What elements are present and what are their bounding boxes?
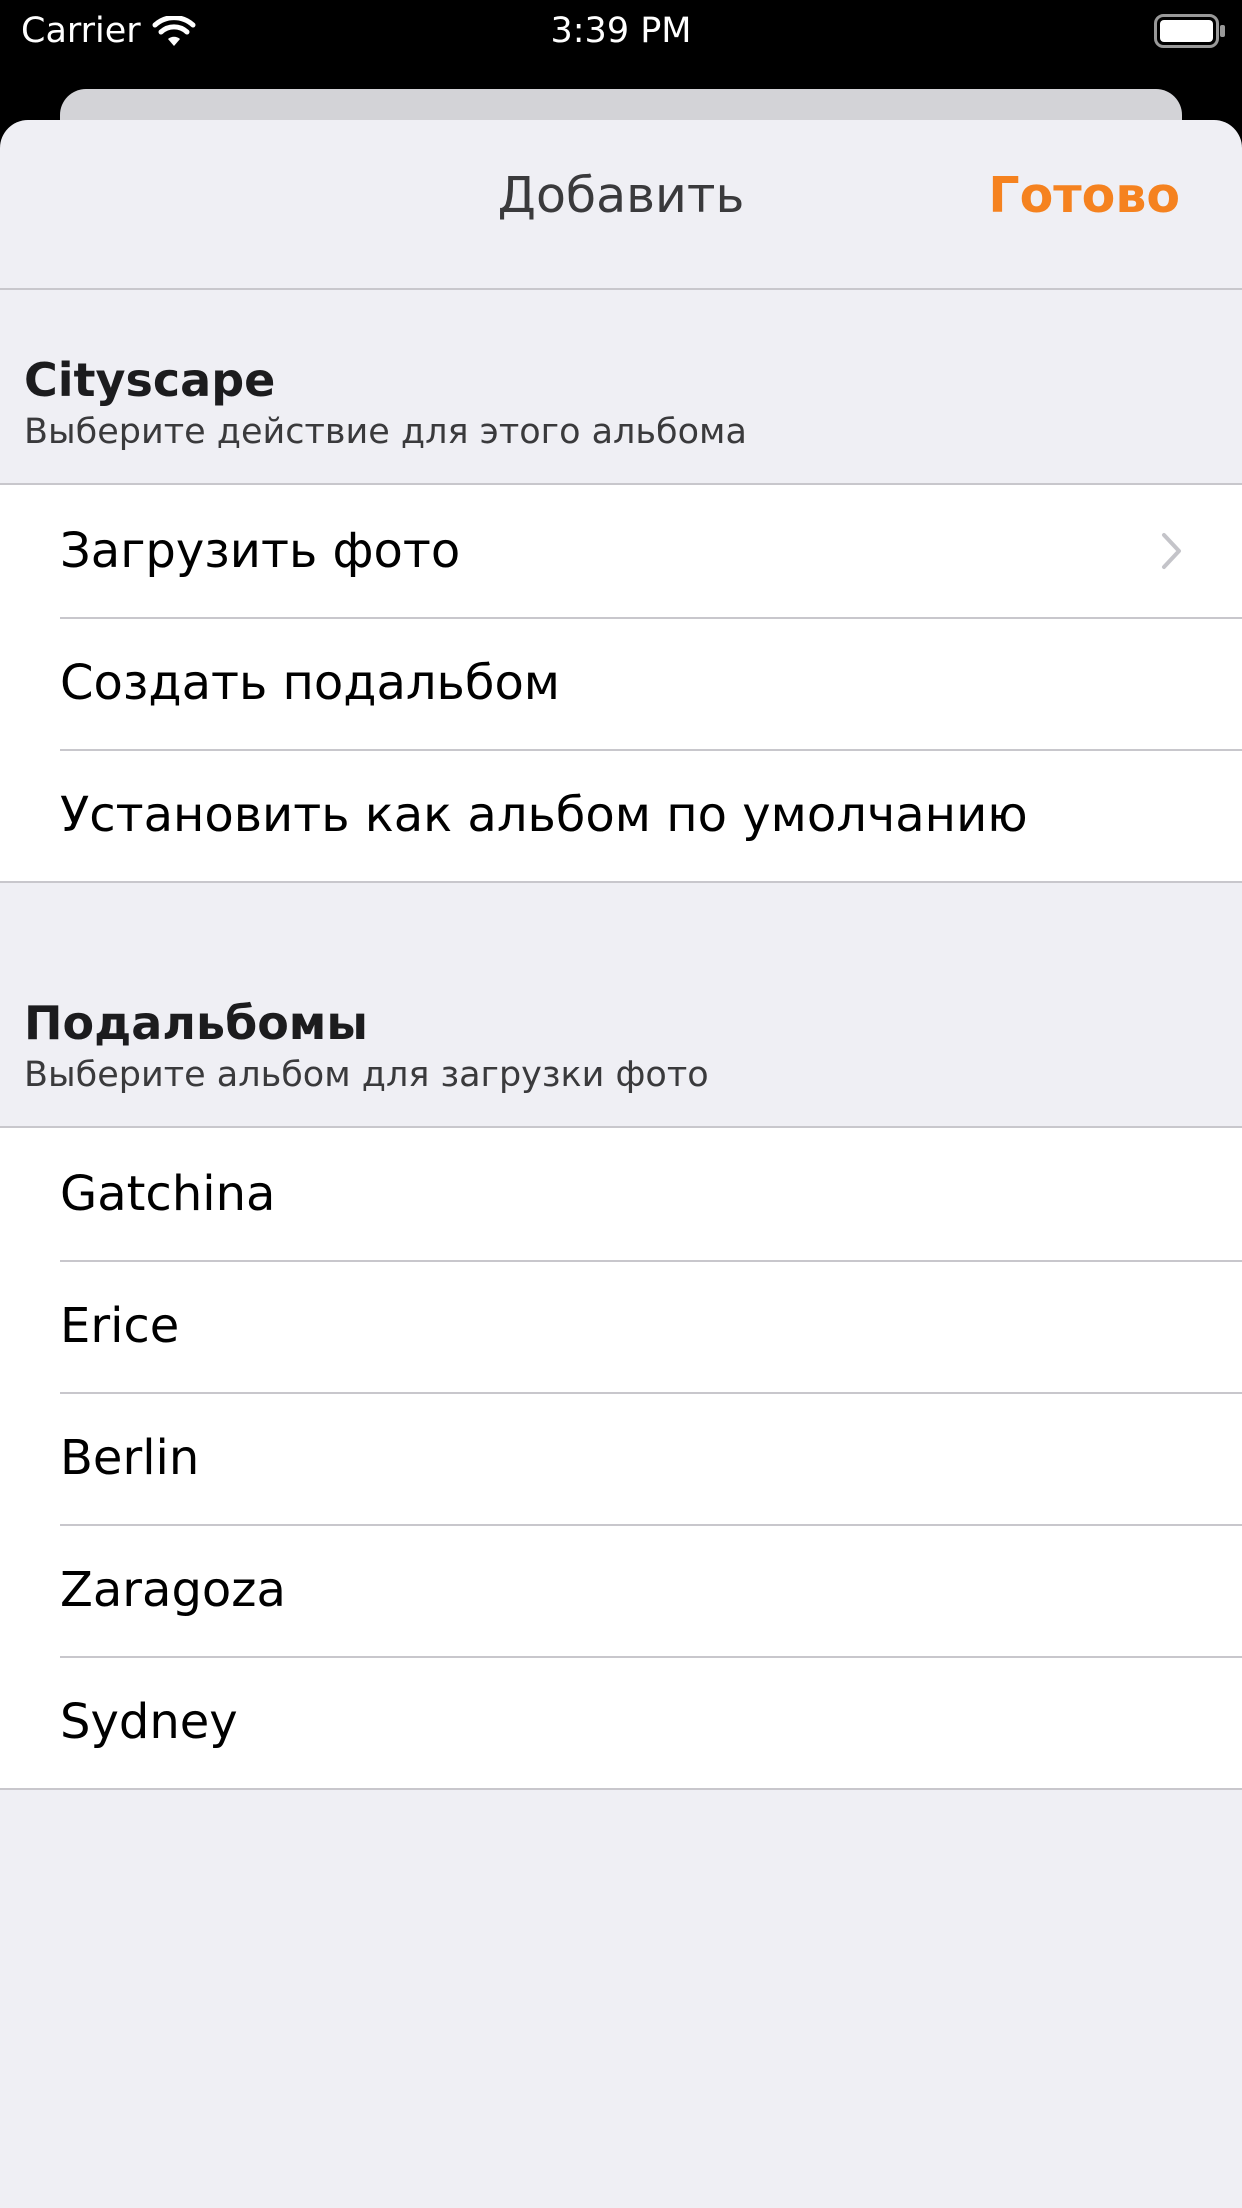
- album-section-subtitle: Выберите действие для этого альбома: [24, 412, 747, 452]
- list-item[interactable]: Gatchina: [0, 1128, 1242, 1260]
- create-subalbum-label: Создать подальбом: [60, 655, 561, 711]
- subalbum-label: Berlin: [60, 1430, 200, 1486]
- list-item[interactable]: Berlin: [0, 1392, 1242, 1524]
- add-sheet: Добавить Готово Cityscape Выберите дейст…: [0, 120, 1242, 2208]
- album-actions-list: Загрузить фото Создать подальбом Установ…: [0, 483, 1242, 883]
- set-default-album-label: Установить как альбом по умолчанию: [60, 787, 1028, 843]
- chevron-right-icon: [1162, 533, 1181, 569]
- list-item[interactable]: Erice: [0, 1260, 1242, 1392]
- upload-photo-cell[interactable]: Загрузить фото: [0, 485, 1242, 617]
- set-default-album-cell[interactable]: Установить как альбом по умолчанию: [0, 749, 1242, 881]
- subalbum-label: Erice: [60, 1298, 180, 1354]
- subalbums-section-title: Подальбомы: [24, 996, 368, 1050]
- status-bar: Carrier 3:39 PM: [0, 0, 1242, 62]
- subalbum-label: Sydney: [60, 1694, 238, 1750]
- navigation-bar: Добавить Готово: [0, 120, 1242, 290]
- upload-photo-label: Загрузить фото: [60, 523, 461, 579]
- subalbums-section-subtitle: Выберите альбом для загрузки фото: [24, 1055, 709, 1095]
- subalbums-section-header: Подальбомы Выберите альбом для загрузки …: [24, 995, 1214, 1097]
- list-item[interactable]: Zaragoza: [0, 1524, 1242, 1656]
- list-item[interactable]: Sydney: [0, 1656, 1242, 1788]
- battery-icon: [1154, 14, 1225, 48]
- album-section-header: Cityscape Выберите действие для этого ал…: [24, 352, 1214, 454]
- album-section-title: Cityscape: [24, 353, 276, 407]
- subalbum-label: Gatchina: [60, 1166, 276, 1222]
- create-subalbum-cell[interactable]: Создать подальбом: [0, 617, 1242, 749]
- subalbums-list: Gatchina Erice Berlin Zaragoza Sydney: [0, 1126, 1242, 1790]
- done-button[interactable]: Готово: [988, 166, 1180, 226]
- subalbum-label: Zaragoza: [60, 1562, 286, 1618]
- clock-label: 3:39 PM: [550, 11, 692, 51]
